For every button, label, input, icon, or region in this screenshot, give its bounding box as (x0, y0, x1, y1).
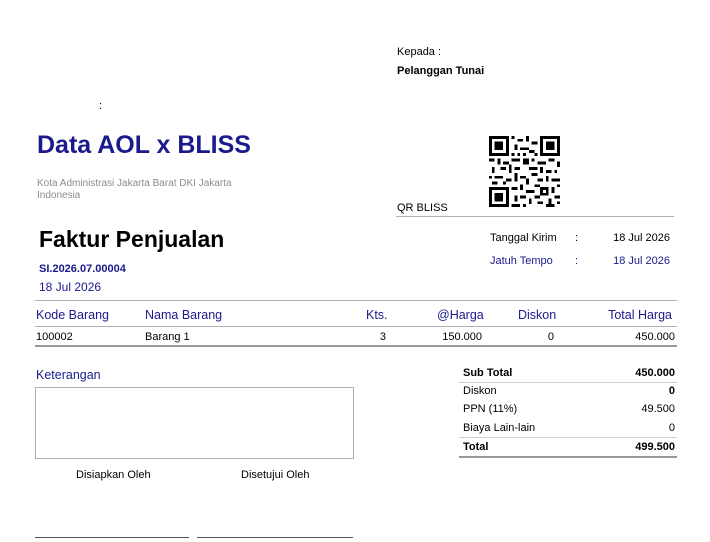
table-header-rule (35, 326, 677, 327)
subtotal-label: Sub Total (463, 367, 513, 379)
row-name: Barang 1 (145, 331, 190, 343)
header-colon: : (99, 100, 103, 112)
subtotal-value: 450.000 (635, 367, 675, 379)
col-header-price: @Harga (437, 308, 484, 322)
tax-label: PPN (11%) (463, 403, 518, 415)
due-date-value: 18 Jul 2026 (613, 255, 670, 267)
col-header-discount: Diskon (518, 308, 557, 322)
row-code: 100002 (36, 331, 73, 343)
grand-total-value: 499.500 (635, 441, 675, 453)
row-total: 450.000 (635, 331, 675, 343)
ship-date-colon: : (575, 232, 579, 244)
approved-by-label: Disetujui Oleh (241, 469, 310, 481)
ship-date-label: Tanggal Kirim (490, 232, 557, 244)
row-discount: 0 (547, 331, 554, 343)
discount-label: Diskon (463, 385, 497, 397)
due-date-label: Jatuh Tempo (490, 255, 553, 267)
row-qty: 3 (379, 331, 386, 343)
notes-label: Keterangan (36, 368, 101, 382)
header-divider (396, 216, 674, 217)
discount-value: 0 (668, 385, 675, 397)
recipient-name: Pelanggan Tunai (397, 65, 485, 77)
grand-total-label: Total (463, 441, 489, 453)
col-header-name: Nama Barang (145, 308, 223, 322)
totals-rule-1 (459, 382, 677, 383)
recipient-label: Kepada : (397, 46, 442, 58)
tax-value: 49.500 (641, 403, 675, 415)
totals-rule-2 (459, 437, 677, 438)
col-header-code: Kode Barang (36, 308, 109, 322)
prepared-by-signature-line (35, 537, 189, 538)
other-fees-value: 0 (668, 422, 675, 434)
qr-label: QR BLISS (397, 202, 448, 214)
company-name: Data AOL x BLISS (37, 131, 251, 159)
ship-date-value: 18 Jul 2026 (613, 232, 670, 244)
row-price: 150.000 (442, 331, 482, 343)
approved-by-signature-line (197, 537, 353, 538)
prepared-by-label: Disiapkan Oleh (76, 469, 151, 481)
table-top-rule (35, 300, 677, 301)
totals-bottom-rule (459, 456, 677, 458)
col-header-qty: Kts. (366, 308, 388, 322)
notes-box (35, 387, 354, 459)
invoice-date: 18 Jul 2026 (39, 280, 102, 294)
other-fees-label: Biaya Lain-lain (463, 422, 536, 434)
invoice-number: SI.2026.07.00004 (39, 263, 126, 275)
col-header-total: Total Harga (608, 308, 672, 322)
company-address: Kota Administrasi Jakarta Barat DKI Jaka… (37, 178, 232, 201)
due-date-colon: : (575, 255, 579, 267)
qr-code-icon (489, 136, 560, 207)
invoice-title: Faktur Penjualan (39, 226, 225, 252)
table-bottom-rule (35, 345, 677, 347)
